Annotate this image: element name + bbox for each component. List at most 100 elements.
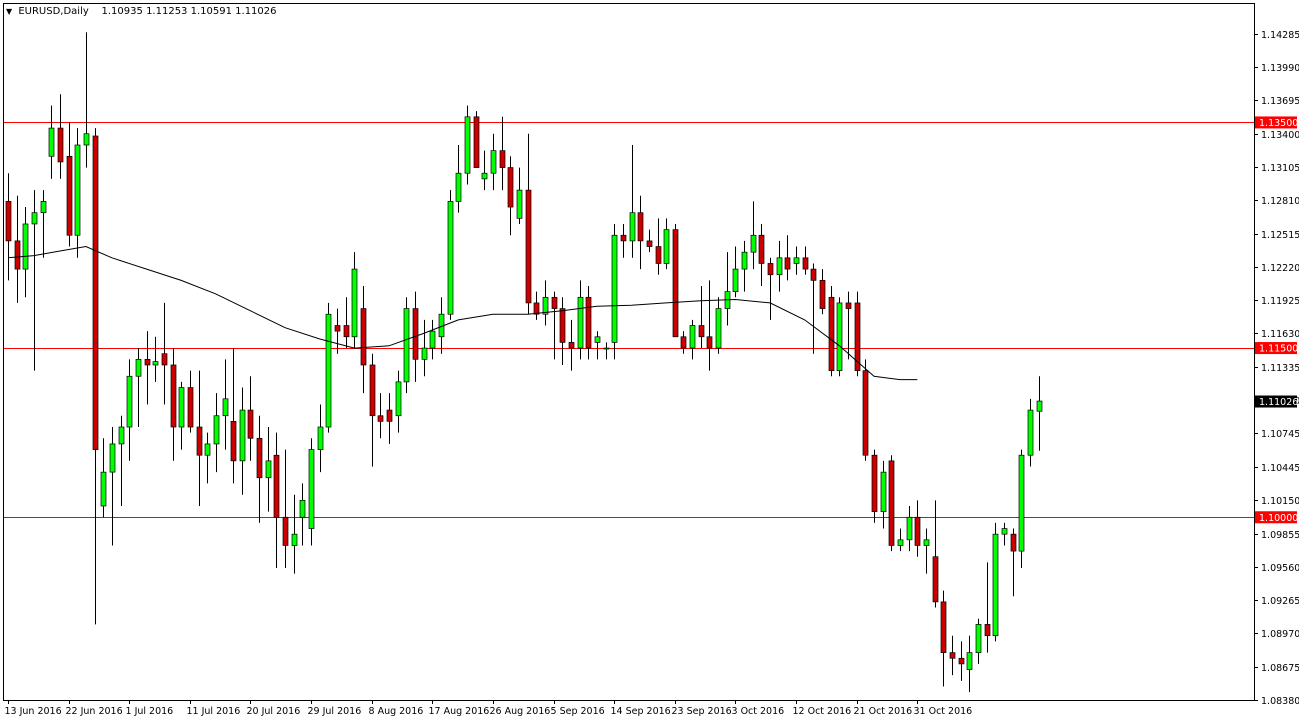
candle: [403, 297, 410, 394]
candle-body: [689, 325, 696, 349]
candle-body: [74, 144, 81, 236]
candle: [862, 359, 869, 461]
candle-body: [455, 172, 462, 202]
y-tick-label: 1.13400: [1261, 130, 1299, 141]
low-value: 1.10591: [190, 6, 232, 17]
y-tick-label: 1.14285: [1261, 30, 1299, 41]
y-tick-label: 1.13695: [1261, 96, 1299, 107]
candle-body: [1001, 528, 1008, 535]
y-tick-label: 1.10445: [1261, 463, 1299, 474]
x-tick-label: 1 Jul 2016: [126, 706, 174, 717]
candle-body: [906, 516, 913, 541]
x-tick-label: 3 Oct 2016: [732, 706, 785, 717]
candle-body: [802, 257, 809, 270]
candle-body: [767, 263, 774, 276]
candle-body: [230, 421, 237, 462]
price-axis: 1.14285 1.13990 1.13695 1.13400 1.13105 1.128…: [1254, 30, 1299, 707]
candle-body: [819, 280, 826, 309]
candle-body: [5, 201, 12, 242]
candle-body: [83, 133, 90, 146]
candle-body: [369, 364, 376, 417]
candle-body: [343, 325, 350, 338]
candle-body: [40, 201, 47, 214]
candle-body: [377, 415, 384, 422]
candle-body: [100, 471, 107, 507]
level-badge-1-text: 1.11500: [1259, 344, 1298, 355]
x-tick-label: 5 Sep 2016: [551, 706, 605, 717]
price-chart[interactable]: 1.14285 1.13990 1.13695 1.13400 1.13105 1.128…: [0, 0, 1299, 723]
candle: [447, 190, 454, 320]
candle-body: [975, 624, 982, 653]
candle-body: [932, 556, 939, 603]
candle-body: [603, 347, 610, 350]
candle-body: [31, 212, 38, 225]
candle-body: [118, 426, 125, 445]
candle-body: [412, 308, 419, 360]
candle-body: [525, 189, 532, 304]
candle-body: [334, 325, 341, 332]
candle-body: [1036, 400, 1043, 412]
candle-body: [880, 471, 887, 512]
candle-body: [395, 381, 402, 417]
candle-body: [672, 229, 679, 338]
candle-body: [317, 426, 324, 450]
candle-body: [784, 257, 791, 270]
candle: [325, 302, 332, 433]
candle-body: [490, 150, 497, 174]
x-tick-label: 12 Oct 2016: [793, 706, 852, 717]
x-tick-label: 23 Sep 2016: [672, 706, 732, 717]
y-tick-label: 1.11335: [1261, 363, 1299, 374]
y-tick-label: 1.13990: [1261, 63, 1299, 74]
x-tick-label: 11 Jul 2016: [187, 706, 241, 717]
candle-body: [551, 296, 558, 309]
candle-body: [507, 167, 514, 208]
candle-body: [308, 449, 315, 529]
candle-body: [265, 460, 272, 479]
candle-body: [1027, 409, 1034, 456]
x-tick-label: 17 Aug 2016: [429, 706, 490, 717]
candle-body: [836, 302, 843, 371]
candle-body: [386, 409, 393, 422]
candle-body: [862, 370, 869, 456]
candle: [836, 297, 843, 377]
candle: [473, 111, 480, 168]
x-tick-label: 8 Aug 2016: [369, 706, 424, 717]
candle-body: [429, 330, 436, 349]
y-tick-label: 1.11630: [1261, 329, 1299, 340]
candle-body: [585, 296, 592, 349]
candle: [611, 223, 618, 360]
dropdown-arrow-icon[interactable]: ▼: [6, 7, 12, 16]
symbol-label: EURUSD,Daily: [18, 6, 89, 17]
candle-body: [239, 409, 246, 462]
x-tick-label: 21 Oct 2016: [854, 706, 913, 717]
candle-body: [170, 364, 177, 428]
x-tick-label: 29 Jul 2016: [308, 706, 362, 717]
candle-body: [22, 223, 29, 270]
candle-body: [273, 454, 280, 518]
candle-body: [984, 624, 991, 637]
candle: [992, 522, 999, 642]
candle-body: [403, 308, 410, 383]
level-badge-0-text: 1.13500: [1259, 118, 1298, 129]
y-tick-label: 1.09265: [1261, 596, 1299, 607]
candle-body: [750, 234, 757, 253]
candle-body: [758, 234, 765, 264]
candle-body: [161, 353, 168, 366]
candle-body: [888, 460, 895, 546]
candle-body: [204, 443, 211, 456]
candle: [871, 449, 878, 523]
candle-body: [14, 240, 21, 270]
y-tick-label: 1.08675: [1261, 663, 1299, 674]
candle-body: [828, 296, 835, 371]
close-value: 1.11026: [235, 6, 277, 17]
candle-body: [776, 257, 783, 276]
candle-body: [499, 150, 506, 168]
y-tick-label: 1.12515: [1261, 230, 1299, 241]
candle-body: [568, 342, 575, 349]
candle-body: [698, 325, 705, 338]
chart-header: ▼ EURUSD,Daily 1.10935 1.11253 1.10591 1…: [6, 6, 277, 17]
candle-body: [637, 212, 644, 242]
candle-body: [533, 302, 540, 315]
candle-body: [464, 116, 471, 174]
candle-body: [126, 375, 133, 428]
